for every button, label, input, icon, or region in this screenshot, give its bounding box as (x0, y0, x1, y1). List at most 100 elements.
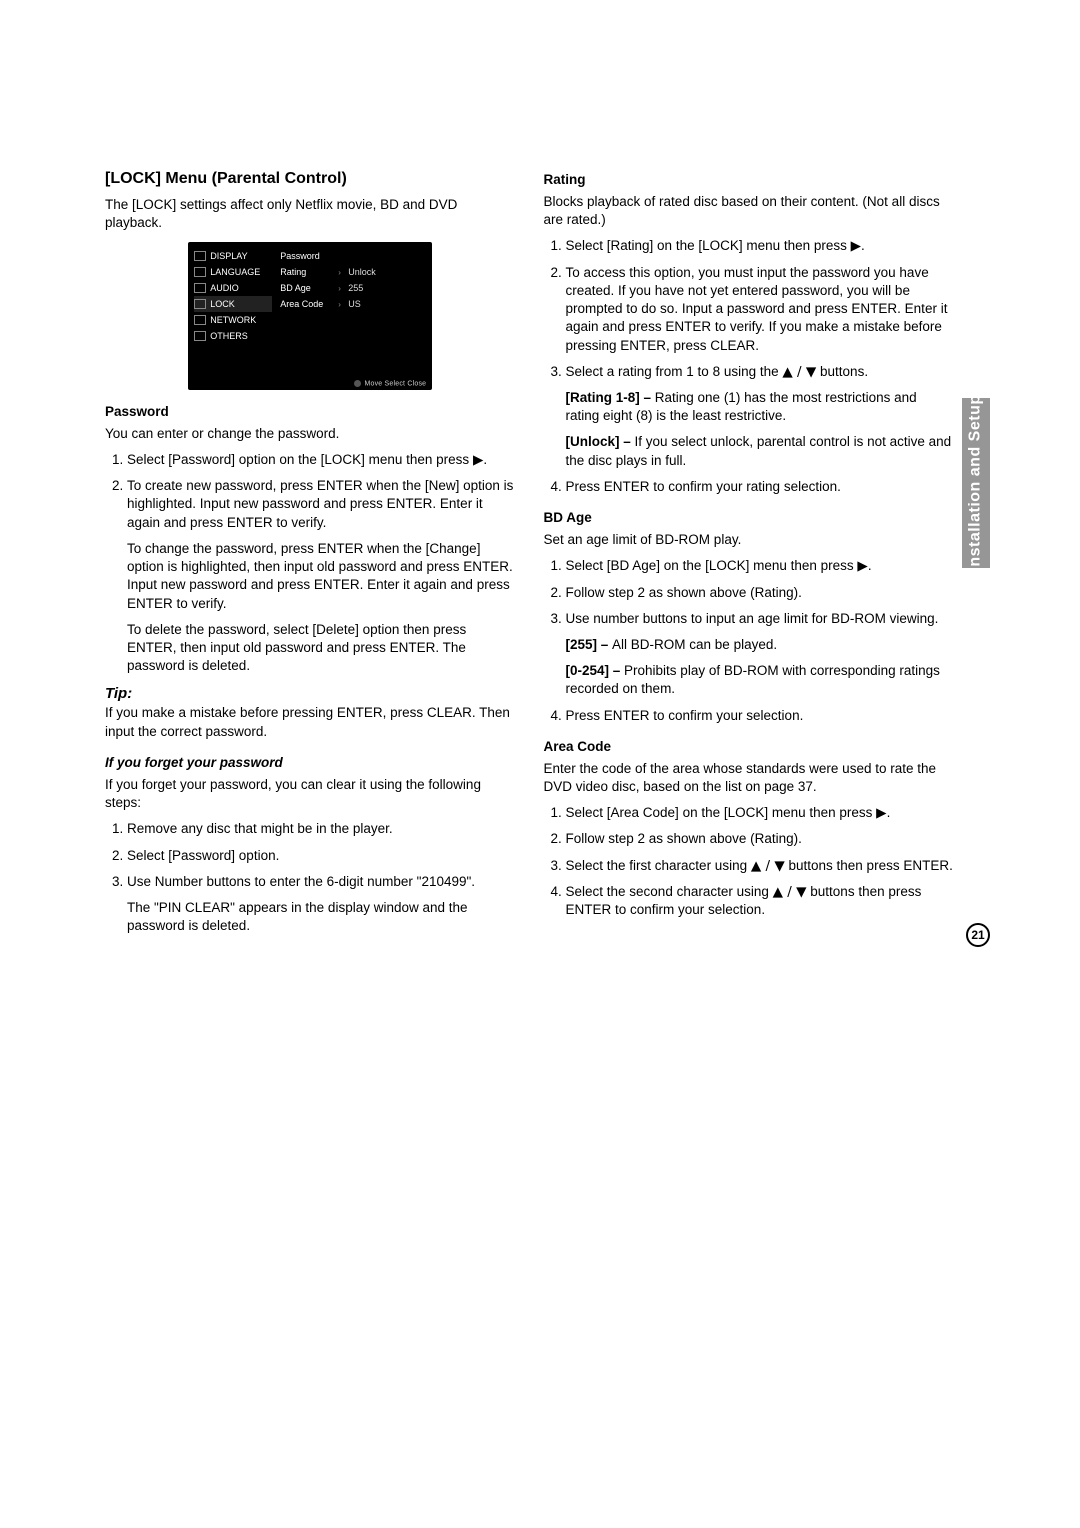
screenshot-footer-text: Move Select Close (364, 381, 426, 388)
play-right-icon: ▶ (851, 238, 861, 254)
password-intro: You can enter or change the password. (105, 425, 516, 443)
menu-language: LANGUAGE (210, 267, 260, 277)
screenshot-values: Password Rating›Unlock BD Age›255 Area C… (272, 248, 426, 344)
tip-heading: Tip: (105, 685, 516, 702)
bd-step-3: Use number buttons to input an age limit… (566, 610, 955, 699)
area-code-heading: Area Code (544, 739, 955, 754)
menu-lock: LOCK (210, 299, 235, 309)
rating-step-1: Select [Rating] on the [LOCK] menu then … (566, 237, 955, 255)
password-step-1: Select [Password] option on the [LOCK] m… (127, 451, 516, 469)
bd-age-intro: Set an age limit of BD-ROM play. (544, 531, 955, 549)
language-icon (194, 267, 206, 277)
text: Select [Password] option on the [LOCK] m… (127, 452, 473, 467)
play-right-icon: ▶ (876, 805, 886, 821)
area-code-steps: Select [Area Code] on the [LOCK] menu th… (544, 804, 955, 919)
rating-unlock-note: [Unlock] – If you select unlock, parenta… (566, 433, 955, 469)
text: . (868, 558, 872, 573)
rating-step-2: To access this option, you must input th… (566, 264, 955, 355)
menu-others: OTHERS (210, 331, 248, 341)
others-icon (194, 331, 206, 341)
rating-intro: Blocks playback of rated disc based on t… (544, 193, 955, 229)
screenshot-sidebar: DISPLAY LANGUAGE AUDIO LOCK NETWORK OTHE… (194, 248, 272, 344)
text: To create new password, press ENTER when… (127, 478, 513, 529)
menu-audio: AUDIO (210, 283, 239, 293)
password-heading: Password (105, 404, 516, 419)
row-arrow: › (338, 300, 348, 309)
rating-1-8-note: [Rating 1-8] – Rating one (1) has the mo… (566, 389, 955, 425)
text: . (887, 805, 891, 820)
row-areacode-label: Area Code (280, 299, 338, 309)
area-step-1: Select [Area Code] on the [LOCK] menu th… (566, 804, 955, 822)
play-right-icon: ▶ (857, 558, 867, 574)
play-right-icon: ▶ (473, 452, 483, 468)
two-column-layout: [LOCK] Menu (Parental Control) The [LOCK… (105, 170, 990, 943)
rating-step-4: Press ENTER to confirm your rating selec… (566, 478, 955, 496)
lock-icon (194, 299, 206, 309)
text: Select the second character using (566, 884, 773, 899)
text: Use number buttons to input an age limit… (566, 611, 939, 626)
forgot-step-1: Remove any disc that might be in the pla… (127, 820, 516, 838)
pin-clear-note: The "PIN CLEAR" appears in the display w… (127, 899, 516, 935)
screenshot-footer: Move Select Close (194, 380, 426, 387)
audio-icon (194, 283, 206, 293)
forgot-password-intro: If you forget your password, you can cle… (105, 776, 516, 812)
text: Select the first character using (566, 858, 751, 873)
text: buttons then press ENTER. (785, 858, 953, 873)
rating-heading: Rating (544, 172, 955, 187)
section-tab-label: Installation and Setup (967, 394, 985, 571)
manual-page: [LOCK] Menu (Parental Control) The [LOCK… (0, 0, 1080, 1003)
forgot-password-steps: Remove any disc that might be in the pla… (105, 820, 516, 935)
text: Select a rating from 1 to 8 using the (566, 364, 783, 379)
area-step-2: Follow step 2 as shown above (Rating). (566, 830, 955, 848)
page-number-value: 21 (971, 928, 984, 942)
area-step-4: Select the second character using ▲ / ▼ … (566, 883, 955, 919)
bd-age-heading: BD Age (544, 510, 955, 525)
menu-network: NETWORK (210, 315, 256, 325)
forgot-password-heading: If you forget your password (105, 755, 516, 770)
right-column: Rating Blocks playback of rated disc bas… (544, 170, 991, 943)
text: Use Number buttons to enter the 6-digit … (127, 874, 475, 889)
rating-steps: Select [Rating] on the [LOCK] menu then … (544, 237, 955, 496)
lock-menu-intro: The [LOCK] settings affect only Netflix … (105, 196, 516, 232)
rating-step-3: Select a rating from 1 to 8 using the ▲ … (566, 363, 955, 470)
up-down-icon: ▲ / ▼ (773, 884, 807, 900)
password-change-note: To change the password, press ENTER when… (127, 540, 516, 613)
password-step-2: To create new password, press ENTER when… (127, 477, 516, 675)
display-icon (194, 251, 206, 261)
row-areacode-value: US (348, 299, 361, 309)
row-bdage-value: 255 (348, 283, 363, 293)
move-icon (354, 380, 361, 387)
tip-body: If you make a mistake before pressing EN… (105, 704, 516, 740)
menu-display: DISPLAY (210, 251, 247, 261)
label: [Unlock] – (566, 434, 635, 449)
text: buttons. (816, 364, 868, 379)
up-down-icon: ▲ / ▼ (782, 364, 816, 380)
bd-255-note: [255] – All BD-ROM can be played. (566, 636, 955, 654)
row-bdage-label: BD Age (280, 283, 338, 293)
label: [255] – (566, 637, 613, 652)
lock-menu-heading: [LOCK] Menu (Parental Control) (105, 170, 516, 188)
label: [Rating 1-8] – (566, 390, 655, 405)
text: All BD-ROM can be played. (612, 637, 777, 652)
row-arrow: › (338, 284, 348, 293)
bd-step-1: Select [BD Age] on the [LOCK] menu then … (566, 557, 955, 575)
label: [0-254] – (566, 663, 625, 678)
password-delete-note: To delete the password, select [Delete] … (127, 621, 516, 676)
forgot-step-2: Select [Password] option. (127, 847, 516, 865)
left-column: [LOCK] Menu (Parental Control) The [LOCK… (105, 170, 516, 943)
up-down-icon: ▲ / ▼ (751, 858, 785, 874)
password-steps: Select [Password] option on the [LOCK] m… (105, 451, 516, 675)
forgot-step-3: Use Number buttons to enter the 6-digit … (127, 873, 516, 936)
bd-step-2: Follow step 2 as shown above (Rating). (566, 584, 955, 602)
text: Select [Rating] on the [LOCK] menu then … (566, 238, 851, 253)
page-number: 21 (966, 923, 990, 947)
area-step-3: Select the first character using ▲ / ▼ b… (566, 857, 955, 875)
bd-age-steps: Select [BD Age] on the [LOCK] menu then … (544, 557, 955, 725)
text: . (483, 452, 487, 467)
row-arrow: › (338, 268, 348, 277)
bd-0-254-note: [0-254] – Prohibits play of BD-ROM with … (566, 662, 955, 698)
lock-menu-screenshot: DISPLAY LANGUAGE AUDIO LOCK NETWORK OTHE… (188, 242, 432, 389)
text: Select [Area Code] on the [LOCK] menu th… (566, 805, 877, 820)
section-tab: Installation and Setup (962, 398, 990, 568)
area-code-intro: Enter the code of the area whose standar… (544, 760, 955, 796)
